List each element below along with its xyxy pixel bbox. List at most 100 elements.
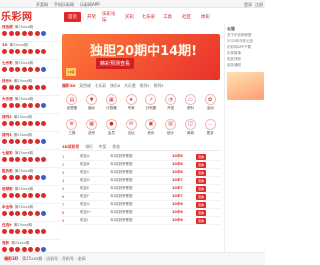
view-button[interactable]: 查看	[196, 201, 207, 208]
tool-item[interactable]: ✿ 活动	[200, 94, 220, 116]
lottery-row[interactable]: 进球彩 第25xxx期	[0, 186, 60, 204]
lottery-row[interactable]: 七乐彩 第25xxx期	[0, 60, 60, 78]
view-button[interactable]: 查看	[196, 209, 207, 216]
tool-item[interactable]: ↗ 分布图	[141, 94, 161, 116]
table-row[interactable]: 6 彩友F 3D试机号预测 10中7 查看	[62, 193, 220, 201]
number-ball	[8, 229, 14, 234]
nav-item[interactable]: 开奖	[83, 12, 100, 22]
chart-icon: ▤	[66, 94, 78, 105]
register-link[interactable]: 注册	[255, 2, 263, 8]
tool-item[interactable]: ⚙ 工具	[62, 118, 82, 141]
action-cell: 查看	[196, 201, 220, 208]
table-row[interactable]: 9 彩友I 3D试机号预测 10中6 查看	[62, 217, 220, 225]
desc-cell: 3D试机号预测	[110, 194, 133, 198]
desc-cell: 3D试机号预测	[110, 218, 133, 222]
lottery-row[interactable]: 排列3 第25xxx期	[0, 114, 60, 132]
action-cell: 查看	[196, 161, 220, 168]
login-link[interactable]: 登录	[244, 2, 252, 8]
table-tab[interactable]: 3D试机号	[62, 144, 79, 150]
number-ball	[2, 49, 7, 54]
lottery-name[interactable]: 快乐8	[2, 79, 12, 84]
table-tab[interactable]: 中奖	[99, 144, 107, 150]
tool-item[interactable]: ✉ 论坛	[121, 118, 141, 141]
lottery-row[interactable]: 任选9 第25xxx期	[0, 222, 60, 240]
table-row[interactable]: 7 彩友G 3D试机号预测 10中6 查看	[62, 201, 220, 209]
tool-item[interactable]: … 更多	[200, 118, 220, 141]
view-button[interactable]: 查看	[196, 169, 207, 176]
lottery-name[interactable]: 大乐透	[2, 97, 13, 102]
lottery-name[interactable]: 3D	[2, 43, 7, 48]
table-tab[interactable]: 排行	[85, 144, 93, 150]
lottery-row[interactable]: 快乐8 第25xxx期	[0, 78, 60, 96]
view-button[interactable]: 查看	[196, 161, 207, 168]
view-button[interactable]: 查看	[196, 177, 207, 184]
tool-item[interactable]: ▤ 走势图	[62, 94, 82, 116]
nav-item[interactable]: 工具	[159, 12, 176, 22]
nav-item[interactable]: 乐彩论坛	[102, 12, 119, 23]
nav-item[interactable]: 买彩	[121, 12, 138, 22]
view-button[interactable]: 查看	[196, 153, 207, 160]
lottery-tab[interactable]: 快乐8	[110, 82, 120, 90]
tool-item[interactable]: ◫ 商城	[181, 118, 201, 141]
table-tab[interactable]: 状态	[112, 144, 120, 150]
tool-item[interactable]: ★ 专家	[121, 94, 141, 116]
lottery-name[interactable]: 七星彩	[2, 151, 13, 156]
lottery-name[interactable]: 排列5	[2, 133, 12, 138]
lottery-tab[interactable]: 福彩3D	[62, 82, 75, 90]
top-link[interactable]: 手机乐彩网	[54, 2, 74, 8]
side-ad-image[interactable]	[227, 72, 264, 100]
table-row[interactable]: 1 彩友A 3D试机号预测 10中8 查看	[62, 153, 220, 161]
tool-item[interactable]: ▦ 选号	[82, 118, 102, 141]
grid-icon: ▦	[86, 118, 98, 130]
name-cell: 彩友E	[80, 186, 90, 190]
top-link[interactable]: 开奖网	[36, 2, 48, 8]
number-ball	[2, 31, 7, 36]
nav-item[interactable]: 首页	[64, 12, 81, 22]
lottery-tab[interactable]: 大乐透	[124, 82, 135, 90]
nav-item[interactable]: 体彩	[197, 12, 214, 22]
table-row[interactable]: 3 彩友C 3D试机号预测 10中8 查看	[62, 169, 220, 177]
site-logo[interactable]: 乐彩网	[1, 8, 33, 23]
announcement-link[interactable]: 站务通知	[227, 63, 263, 69]
lottery-name[interactable]: 任选9	[2, 223, 12, 228]
promo-banner[interactable]: 独胆20期中14期! 精彩预测查看 13期	[62, 34, 220, 80]
lottery-tab[interactable]: 排列3	[140, 82, 150, 90]
tool-item[interactable]: ▼ 缩水	[82, 94, 102, 116]
lottery-name[interactable]: 排列3	[2, 115, 12, 120]
lottery-row[interactable]: 半全场 第25xxx期	[0, 204, 60, 222]
top-link[interactable]: 乐彩网APP	[80, 2, 100, 8]
lottery-row[interactable]: 3D 第25xxx期	[0, 42, 60, 60]
lottery-name[interactable]: 胜负彩	[2, 169, 13, 174]
footer-lead[interactable]: 福彩3D	[4, 256, 18, 262]
view-button[interactable]: 查看	[196, 193, 207, 200]
table-row[interactable]: 5 彩友E 3D试机号预测 10中7 查看	[62, 185, 220, 193]
nav-item[interactable]: 七乐彩	[140, 12, 157, 22]
tool-item[interactable]: ▦ 计算器	[102, 94, 122, 116]
tool-item[interactable]: ◔ 开奖	[161, 94, 181, 116]
lottery-name[interactable]: 进球彩	[2, 187, 13, 192]
table-row[interactable]: 2 彩友B 3D试机号预测 10中8 查看	[62, 161, 220, 169]
nav-item[interactable]: 社区	[178, 12, 195, 22]
view-button[interactable]: 查看	[196, 217, 207, 224]
lottery-tab[interactable]: 七乐彩	[95, 82, 106, 90]
lottery-name[interactable]: 半全场	[2, 205, 13, 210]
banner-cta-button[interactable]: 精彩预测查看	[96, 58, 135, 69]
tool-item[interactable]: ▥ 统计	[161, 118, 181, 141]
lottery-name[interactable]: 双色球	[2, 25, 13, 30]
tool-item[interactable]: ▣ 资讯	[141, 118, 161, 141]
tool-item[interactable]: ▭ 资料	[181, 94, 201, 116]
lottery-tab[interactable]: 双色球	[79, 82, 90, 90]
lottery-row[interactable]: 大乐透 第25xxx期	[0, 96, 60, 114]
table-row[interactable]: 8 彩友H 3D试机号预测 10中6 查看	[62, 209, 220, 217]
tool-item[interactable]: ● 会员	[102, 118, 122, 141]
lottery-row[interactable]: 七星彩 第25xxx期	[0, 150, 60, 168]
lottery-row[interactable]: 排列5 第25xxx期	[0, 132, 60, 150]
lottery-row[interactable]: 双色球 第25xxx期	[0, 24, 60, 42]
lottery-name[interactable]: 七乐彩	[2, 61, 13, 66]
table-row[interactable]: 4 彩友D 3D试机号预测 10中7 查看	[62, 177, 220, 185]
lottery-tab[interactable]: 排列5	[154, 82, 164, 90]
view-button[interactable]: 查看	[196, 185, 207, 192]
lottery-name[interactable]: 竞彩	[2, 241, 9, 246]
lottery-row[interactable]: 胜负彩 第25xxx期	[0, 168, 60, 186]
number-ball	[2, 67, 7, 72]
